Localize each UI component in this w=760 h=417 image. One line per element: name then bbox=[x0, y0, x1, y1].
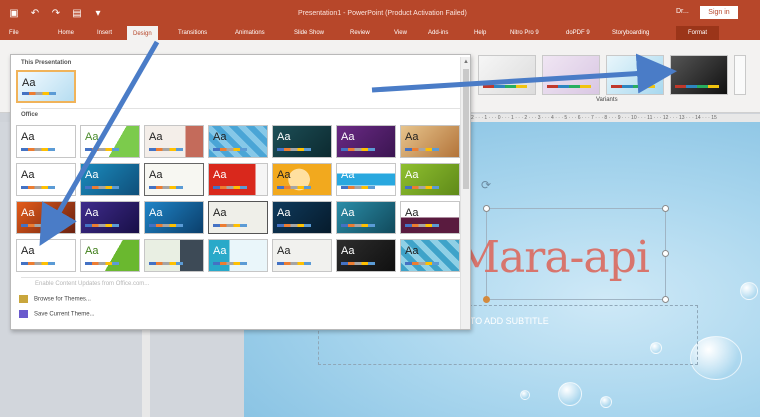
theme-thumbnail[interactable]: Aa bbox=[272, 239, 332, 272]
variants-scroll-control[interactable] bbox=[734, 55, 746, 95]
theme-thumbnail[interactable]: Aa bbox=[208, 125, 268, 158]
theme-thumbnail[interactable]: Aa bbox=[80, 201, 140, 234]
theme-thumbnail[interactable]: Aa bbox=[272, 163, 332, 196]
theme-thumbnail[interactable]: Aa bbox=[144, 201, 204, 234]
theme-thumbnail[interactable]: Aa bbox=[336, 239, 396, 272]
gallery-scrollbar[interactable]: ▲ bbox=[460, 57, 470, 329]
enable-content-updates-item: Enable Content Updates from Office.com..… bbox=[35, 281, 150, 287]
theme-thumbnail[interactable]: Aa bbox=[144, 125, 204, 158]
theme-thumbnail[interactable]: Aa bbox=[400, 201, 460, 234]
folder-icon bbox=[19, 295, 28, 303]
section-office: Office bbox=[21, 112, 39, 118]
theme-thumbnail[interactable]: Aa bbox=[336, 201, 396, 234]
tab-transitions[interactable]: Transitions bbox=[178, 26, 207, 40]
theme-thumbnail[interactable]: Aa bbox=[208, 239, 268, 272]
scroll-thumb[interactable] bbox=[463, 69, 469, 189]
theme-thumbnail[interactable]: Aa bbox=[208, 201, 268, 234]
theme-thumbnail[interactable]: Aa bbox=[16, 125, 76, 158]
decorative-bubble bbox=[600, 396, 612, 408]
theme-thumbnail[interactable]: Aa bbox=[16, 163, 76, 196]
theme-thumbnail[interactable]: Aa bbox=[80, 125, 140, 158]
undo-icon[interactable]: ↶ bbox=[29, 8, 41, 20]
save-current-theme-item[interactable]: Save Current Theme... bbox=[19, 310, 95, 318]
presentation-icon[interactable]: ▤ bbox=[71, 8, 83, 20]
tab-storyboarding[interactable]: Storyboarding bbox=[612, 26, 649, 40]
resize-handle[interactable] bbox=[483, 296, 490, 303]
sign-in-button[interactable]: Sign in bbox=[700, 6, 738, 19]
theme-thumbnail[interactable]: Aa bbox=[400, 239, 460, 272]
theme-thumbnail[interactable]: Aa bbox=[80, 239, 140, 272]
decorative-bubble bbox=[520, 390, 530, 400]
variants-label: Variants bbox=[596, 97, 618, 103]
slide-title[interactable]: Mara-api bbox=[455, 232, 650, 283]
variant-thumbnail[interactable] bbox=[478, 55, 536, 95]
tab-add-ins[interactable]: Add-ins bbox=[428, 26, 448, 40]
theme-thumbnail-current[interactable]: Aa bbox=[16, 70, 76, 103]
variants-group: Variants bbox=[478, 54, 760, 116]
theme-thumbnail[interactable] bbox=[144, 239, 204, 272]
theme-thumbnail[interactable]: Aa bbox=[208, 163, 268, 196]
tab-insert[interactable]: Insert bbox=[97, 26, 112, 40]
save-current-theme-label: Save Current Theme... bbox=[34, 311, 95, 318]
tab-slide-show[interactable]: Slide Show bbox=[294, 26, 324, 40]
theme-thumbnail[interactable]: Aa bbox=[272, 201, 332, 234]
decorative-bubble bbox=[558, 382, 582, 406]
resize-handle[interactable] bbox=[662, 205, 669, 212]
resize-handle[interactable] bbox=[662, 296, 669, 303]
tab-home[interactable]: Home bbox=[58, 26, 74, 40]
quick-access-toolbar: ▣ ↶ ↷ ▤ ▾ bbox=[8, 8, 104, 20]
tab-help[interactable]: Help bbox=[474, 26, 486, 40]
tab-format[interactable]: Format bbox=[676, 26, 720, 40]
theme-thumbnail[interactable]: Aa bbox=[336, 125, 396, 158]
save-icon[interactable]: ▣ bbox=[8, 8, 20, 20]
tab-file[interactable]: File bbox=[9, 26, 19, 40]
theme-thumbnail[interactable]: Aa bbox=[80, 163, 140, 196]
tab-animations[interactable]: Animations bbox=[235, 26, 265, 40]
tab-review[interactable]: Review bbox=[350, 26, 370, 40]
rotate-handle-icon[interactable]: ⟳ bbox=[481, 178, 491, 192]
resize-handle[interactable] bbox=[483, 205, 490, 212]
save-theme-icon bbox=[19, 310, 28, 318]
customize-qat-icon[interactable]: ▾ bbox=[92, 8, 104, 20]
theme-thumbnail[interactable]: Aa bbox=[400, 163, 460, 196]
theme-thumbnail[interactable]: Aa bbox=[16, 201, 76, 234]
theme-thumbnail[interactable]: Aa bbox=[272, 125, 332, 158]
ribbon-tabs: File Home Insert Design Transitions Anim… bbox=[0, 26, 760, 64]
window-title: Presentation1 - PowerPoint (Product Acti… bbox=[298, 10, 467, 17]
variant-thumbnail[interactable] bbox=[670, 55, 728, 95]
section-this-presentation: This Presentation bbox=[21, 60, 72, 66]
vertical-ruler bbox=[142, 330, 150, 417]
decorative-bubble bbox=[740, 282, 758, 300]
variant-thumbnail[interactable] bbox=[542, 55, 600, 95]
browse-for-themes-label: Browse for Themes... bbox=[34, 296, 91, 303]
tab-nitro-pro[interactable]: Nitro Pro 9 bbox=[510, 26, 539, 40]
scroll-up-icon[interactable]: ▲ bbox=[462, 58, 470, 66]
theme-thumbnail[interactable]: Aa bbox=[16, 239, 76, 272]
theme-thumbnail[interactable]: Aa bbox=[336, 163, 396, 196]
browse-for-themes-item[interactable]: Browse for Themes... bbox=[19, 295, 91, 303]
variant-thumbnail[interactable] bbox=[606, 55, 664, 95]
themes-gallery-dropdown: This Presentation Aa Office Aa Aa Aa Aa … bbox=[10, 54, 471, 330]
tab-view[interactable]: View bbox=[394, 26, 407, 40]
theme-thumbnail[interactable]: Aa bbox=[144, 163, 204, 196]
tab-dopdf[interactable]: doPDF 9 bbox=[566, 26, 590, 40]
tab-design[interactable]: Design bbox=[127, 26, 158, 40]
account-name[interactable]: Dr... bbox=[676, 8, 689, 15]
resize-handle[interactable] bbox=[662, 250, 669, 257]
theme-thumbnail[interactable]: Aa bbox=[400, 125, 460, 158]
horizontal-ruler: · 2 · · · 1 · · · 0 · · · 1 · · · 2 · · … bbox=[468, 114, 760, 122]
redo-icon[interactable]: ↷ bbox=[50, 8, 62, 20]
